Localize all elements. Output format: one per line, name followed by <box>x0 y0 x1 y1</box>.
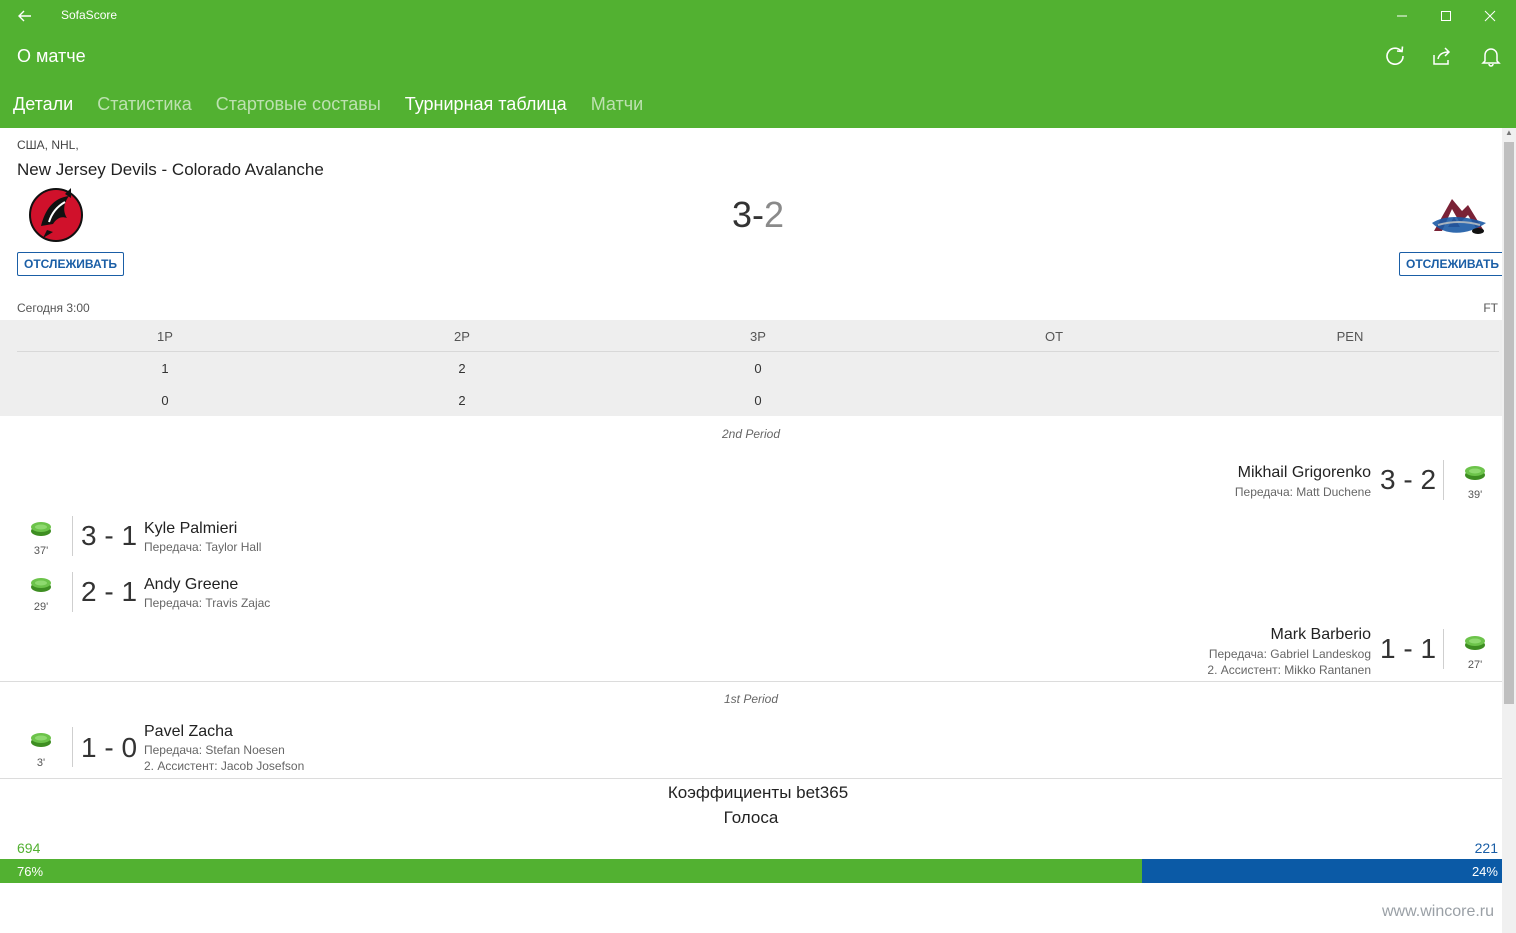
home-vote-bar[interactable]: 76% <box>0 859 1142 883</box>
goal-score: 3 - 2 <box>1380 464 1437 495</box>
goal-assist: Передача: Travis Zajac <box>144 596 271 610</box>
away-vote-count: 221 <box>1474 840 1498 856</box>
goal-scorer: Kyle Palmieri <box>144 520 238 537</box>
away-period-1p: 0 <box>161 393 169 408</box>
goal-minute: 27' <box>1467 659 1483 671</box>
home-period-3p: 0 <box>754 361 762 376</box>
follow-away-button[interactable]: ОТСЛЕЖИВАТЬ <box>1399 252 1502 276</box>
tab-matches[interactable]: Матчи <box>591 94 644 118</box>
scroll-up-icon[interactable]: ▲ <box>1505 128 1513 137</box>
goal-divider <box>1443 460 1444 500</box>
tab-standings[interactable]: Турнирная таблица <box>405 94 567 118</box>
goal-divider <box>72 572 73 612</box>
puck-icon <box>29 518 53 540</box>
match-status: FT <box>1483 301 1498 315</box>
period-score-table: 1P 2P 3P OT PEN 1 2 0 0 2 0 <box>0 320 1502 416</box>
match-title: New Jersey Devils - Colorado Avalanche <box>17 160 324 179</box>
goal-assist: Передача: Taylor Hall <box>144 540 262 554</box>
vote-bar[interactable]: 76% 24% <box>0 859 1502 883</box>
match-details: США, NHL, New Jersey Devils - Colorado A… <box>0 128 1502 933</box>
match-date: Сегодня 3:00 <box>17 301 90 315</box>
goal-scorer: Mark Barberio <box>1270 626 1371 643</box>
goal-second-assist: 2. Ассистент: Mikko Rantanen <box>1207 663 1371 677</box>
goal-score: 3 - 1 <box>81 520 138 551</box>
goal-assist: Передача: Stefan Noesen <box>144 743 285 757</box>
goal-assist: Передача: Matt Duchene <box>1234 485 1371 499</box>
puck-icon <box>29 574 53 596</box>
goal-second-assist: 2. Ассистент: Jacob Josefson <box>144 759 305 773</box>
away-period-2p: 2 <box>458 393 466 408</box>
match-score: 3-2 <box>700 194 816 236</box>
puck-icon <box>29 729 53 751</box>
app-title: SofaScore <box>61 8 118 22</box>
goal-row[interactable]: Mikhail Grigorenko Передача: Matt Duchen… <box>0 458 1502 518</box>
period-header-2p: 2P <box>454 329 470 344</box>
votes-title: Голоса <box>723 808 779 827</box>
back-arrow-icon[interactable] <box>14 6 36 26</box>
away-vote-bar[interactable]: 24% <box>1141 859 1502 883</box>
page-title: О матче <box>17 46 86 66</box>
goal-row[interactable]: 29' 2 - 1 Andy Greene Передача: Travis Z… <box>0 570 700 630</box>
goal-assist: Передача: Gabriel Landeskog <box>1208 647 1371 661</box>
goal-scorer: Mikhail Grigorenko <box>1237 464 1371 481</box>
goal-divider <box>72 727 73 767</box>
tab-details[interactable]: Детали <box>13 94 73 118</box>
goal-score: 2 - 1 <box>81 576 138 607</box>
away-score: 2 <box>764 194 785 235</box>
share-icon[interactable] <box>1428 42 1456 70</box>
title-bar: SofaScore <box>0 0 1516 32</box>
vertical-scrollbar[interactable]: ▲ <box>1502 128 1516 933</box>
goal-row[interactable]: 37' 3 - 1 Kyle Palmieri Передача: Taylor… <box>0 514 700 574</box>
home-score: 3 <box>731 194 752 235</box>
section-divider <box>0 681 1502 682</box>
goal-divider <box>72 516 73 556</box>
home-team-logo <box>27 186 87 246</box>
period-2-label: 2nd Period <box>721 427 781 441</box>
section-divider <box>0 778 1502 779</box>
period-header-row: 1P 2P 3P OT PEN <box>17 320 1499 352</box>
watermark: www.wincore.ru <box>1382 903 1495 920</box>
home-vote-count: 694 <box>17 840 41 856</box>
score-separator: - <box>752 194 764 235</box>
league-label: США, NHL, <box>17 138 79 152</box>
refresh-icon[interactable] <box>1381 42 1409 70</box>
tab-bar: Детали Статистика Стартовые составы Турн… <box>13 94 643 118</box>
tab-statistics[interactable]: Статистика <box>97 94 192 118</box>
home-period-2p: 2 <box>458 361 466 376</box>
goal-score: 1 - 0 <box>81 732 138 763</box>
goal-minute: 3' <box>36 757 46 769</box>
goal-minute: 29' <box>33 601 49 613</box>
maximize-icon[interactable] <box>1423 4 1469 28</box>
period-1-label: 1st Period <box>723 692 779 706</box>
period-header-pen: PEN <box>1336 329 1364 344</box>
minimize-icon[interactable] <box>1379 4 1425 28</box>
follow-home-button[interactable]: ОТСЛЕЖИВАТЬ <box>17 252 125 276</box>
app-header: SofaScore О матче Детали Статистика Стар… <box>0 0 1516 128</box>
home-period-1p: 1 <box>161 361 169 376</box>
tab-lineups[interactable]: Стартовые составы <box>216 94 381 118</box>
goal-minute: 37' <box>33 545 49 557</box>
goal-row[interactable]: 3' 1 - 0 Pavel Zacha Передача: Stefan No… <box>0 722 700 782</box>
goal-row[interactable]: Mark Barberio Передача: Gabriel Landesko… <box>0 625 1502 685</box>
scrollbar-thumb[interactable] <box>1504 142 1514 704</box>
app-window: SofaScore О матче Детали Статистика Стар… <box>0 0 1516 933</box>
goal-scorer: Pavel Zacha <box>144 723 233 740</box>
bell-icon[interactable] <box>1477 42 1505 70</box>
goal-divider <box>1443 629 1444 669</box>
odds-title: Коэффициенты bet365 <box>667 783 849 802</box>
period-header-ot: OT <box>1044 329 1064 344</box>
close-icon[interactable] <box>1467 4 1513 28</box>
period-header-3p: 3P <box>750 329 766 344</box>
goal-score: 1 - 1 <box>1380 633 1437 664</box>
puck-icon <box>1463 632 1487 654</box>
goal-minute: 39' <box>1467 489 1483 501</box>
away-team-logo <box>1428 193 1488 243</box>
period-header-1p: 1P <box>157 329 173 344</box>
goal-scorer: Andy Greene <box>144 576 239 593</box>
puck-icon <box>1463 462 1487 484</box>
away-period-3p: 0 <box>754 393 762 408</box>
